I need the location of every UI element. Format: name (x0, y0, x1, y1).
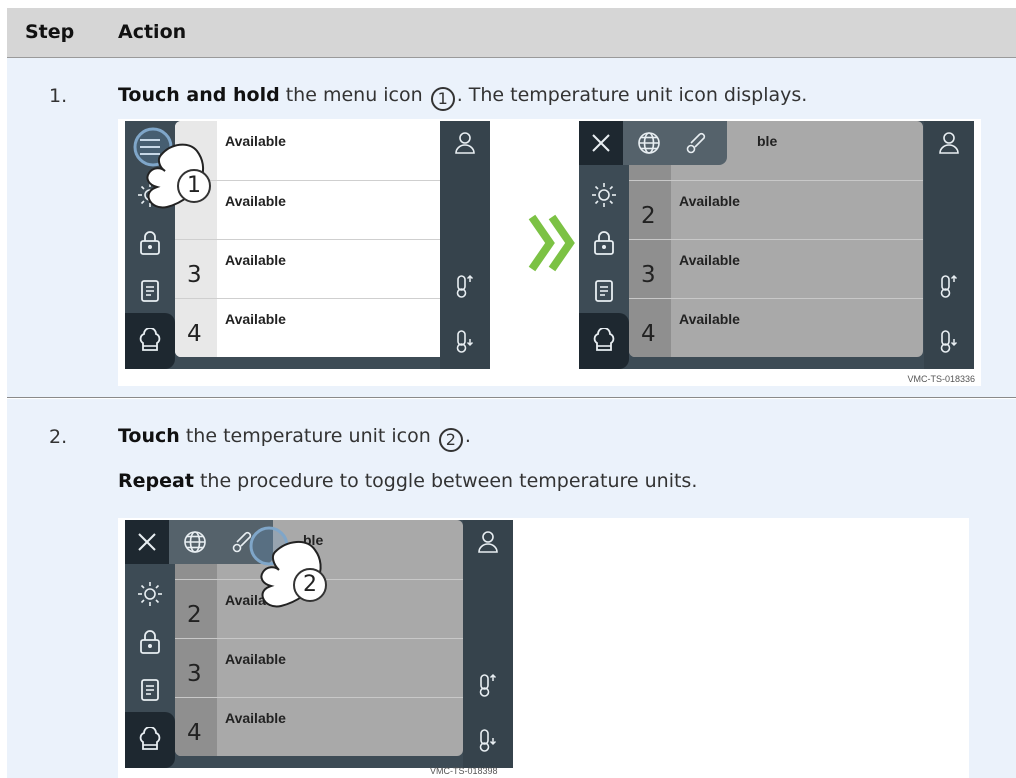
lock-icon[interactable] (125, 616, 175, 668)
slot-label: Available (679, 311, 740, 327)
figure-select-unit: ble 2 Availa 3 Available 4 Available 2 V… (118, 518, 969, 778)
callout-number: 1 (430, 87, 455, 111)
double-chevron-right-icon (528, 213, 576, 273)
table-row: 1. Touch and hold the menu icon 1. The t… (7, 58, 1016, 398)
device-screen: ble 2 Availa 3 Available 4 Available 2 (125, 520, 513, 768)
slot-label: Available (225, 651, 286, 667)
table-header: Step Action (7, 8, 1016, 58)
slot-number: 2 (641, 203, 656, 229)
slot-row-4[interactable]: 4 Available (175, 298, 461, 357)
temperature-up-icon[interactable] (463, 665, 513, 705)
recipe-book-icon[interactable] (579, 265, 629, 317)
step-instruction: Touch the temperature unit icon 2. (118, 425, 471, 452)
recipe-book-icon[interactable] (125, 664, 175, 716)
slot-row-4[interactable]: 4 Available (175, 697, 463, 756)
instruction-text: the procedure to toggle between temperat… (193, 470, 698, 492)
temperature-down-icon[interactable] (440, 321, 490, 361)
right-toolbar (440, 121, 490, 369)
slot-label: Available (225, 710, 286, 726)
figure-caption: VMC-TS-018398 (430, 766, 498, 776)
callout-marker: 1 (177, 169, 211, 203)
slot-row-3[interactable]: 3 Available (629, 239, 923, 299)
globe-icon[interactable] (173, 520, 217, 564)
slot-number: 2 (187, 602, 202, 628)
thermometer-icon[interactable] (675, 121, 719, 165)
right-toolbar (924, 121, 974, 369)
step-column-header: Step (25, 21, 75, 43)
expanded-menu-bar (579, 121, 727, 165)
step-instruction-2: Repeat the procedure to toggle between t… (118, 470, 697, 492)
user-icon[interactable] (924, 123, 974, 163)
step-number: 1. (49, 85, 68, 107)
table-row: 2. Touch the temperature unit icon 2. Re… (7, 399, 1016, 778)
slot-number: 4 (641, 321, 656, 347)
temperature-down-icon[interactable] (924, 321, 974, 361)
lock-icon[interactable] (579, 217, 629, 269)
chef-hat-icon[interactable] (125, 712, 175, 768)
slot-number: 3 (187, 661, 202, 687)
action-column-header: Action (118, 21, 187, 43)
close-icon[interactable] (579, 121, 623, 165)
pointing-hand-icon: 2 (235, 524, 355, 624)
globe-icon[interactable] (627, 121, 671, 165)
slot-row-4[interactable]: 4 Available (629, 298, 923, 357)
user-icon[interactable] (463, 522, 513, 562)
slot-row-3[interactable]: 3 Available (175, 239, 461, 299)
slot-number: 3 (641, 262, 656, 288)
instruction-bold: Touch and hold (118, 84, 280, 106)
instruction-text-end: . (464, 425, 471, 447)
device-screen-before: Available Available 3 Available 4 Availa… (125, 121, 490, 369)
slot-number: 4 (187, 321, 202, 347)
slot-number: 3 (187, 262, 202, 288)
temperature-up-icon[interactable] (924, 266, 974, 306)
pointing-hand-icon: 1 (131, 125, 241, 225)
slot-label: ble (757, 133, 778, 149)
device-screen-after: ble 2 Available 3 Available 4 Available (579, 121, 974, 369)
slot-row-3[interactable]: 3 Available (175, 638, 463, 698)
chef-hat-icon[interactable] (125, 313, 175, 369)
callout-marker: 2 (293, 568, 327, 602)
slot-label: Available (679, 252, 740, 268)
recipe-book-icon[interactable] (125, 265, 175, 317)
slot-label: Available (225, 311, 286, 327)
instruction-bold: Repeat (118, 470, 194, 492)
figure-caption: VMC-TS-018336 (907, 374, 975, 384)
figure-toggle-menu: Available Available 3 Available 4 Availa… (118, 119, 981, 386)
temperature-down-icon[interactable] (463, 720, 513, 760)
step-instruction: Touch and hold the menu icon 1. The temp… (118, 84, 807, 111)
brightness-icon[interactable] (125, 568, 175, 620)
callout-number: 2 (438, 428, 463, 452)
chef-hat-icon[interactable] (579, 313, 629, 369)
step-number: 2. (49, 426, 68, 448)
slot-number: 4 (187, 720, 202, 746)
brightness-icon[interactable] (579, 169, 629, 221)
instruction-text: the menu icon (279, 84, 429, 106)
slot-label: Available (225, 252, 286, 268)
slot-row-2[interactable]: 2 Available (629, 180, 923, 240)
close-icon[interactable] (125, 520, 169, 564)
temperature-up-icon[interactable] (440, 266, 490, 306)
right-toolbar (463, 520, 513, 768)
instruction-text-end: . The temperature unit icon displays. (456, 84, 808, 106)
instruction-text: the temperature unit icon (179, 425, 437, 447)
slot-label: Available (679, 193, 740, 209)
user-icon[interactable] (440, 123, 490, 163)
instruction-bold: Touch (118, 425, 180, 447)
